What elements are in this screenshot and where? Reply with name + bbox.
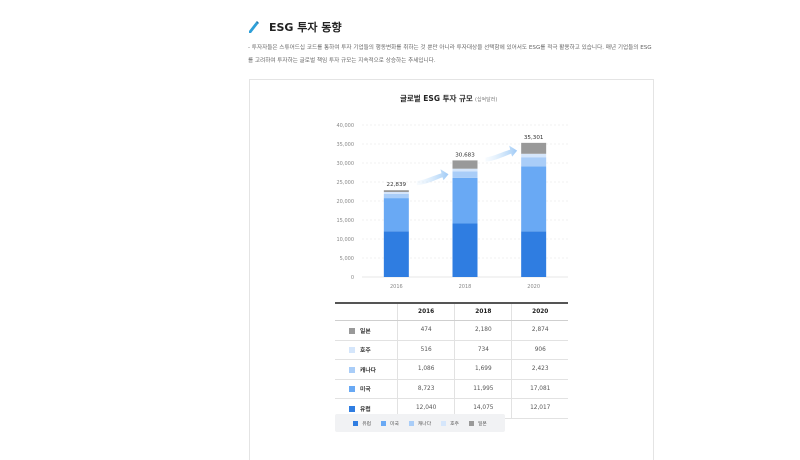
row-label: 호주: [335, 340, 398, 360]
y-tick-label: 0: [351, 275, 354, 281]
y-tick-label: 5,000: [340, 256, 354, 262]
legend-swatch: [408, 420, 414, 426]
bar-segment: [452, 171, 478, 178]
bar-segment: [521, 166, 547, 232]
y-tick-label: 20,000: [337, 199, 355, 205]
pencil-icon: [249, 21, 259, 33]
table-header-cell: 2020: [511, 302, 568, 321]
legend-swatch: [468, 420, 474, 426]
table-row: 캐나다 1,086 1,699 2,423: [335, 359, 568, 380]
legend-item: 캐나다: [408, 420, 432, 427]
legend-swatch: [349, 366, 355, 373]
chart-unit: (십억달러): [475, 96, 497, 103]
growth-arrow: [416, 169, 449, 186]
legend-item: 일본: [468, 420, 487, 427]
legend-label: 호주: [450, 421, 459, 427]
table-cell: 516: [396, 340, 455, 360]
bar-segment: [452, 160, 478, 169]
legend-swatch: [349, 347, 355, 354]
table-row: 호주 516 734 906: [335, 340, 568, 360]
bar-segment: [383, 198, 409, 232]
bar-segment: [521, 157, 547, 167]
page-description: - 투자자들은 스튜어드십 코드를 통하여 투자 기업들의 행동변화를 취하는 …: [248, 45, 652, 64]
row-label-text: 유럽: [360, 406, 371, 413]
bar-segment: [383, 192, 409, 194]
y-tick-label: 40,000: [337, 123, 355, 129]
table-cell: 8,723: [396, 379, 455, 399]
legend-item: 미국: [381, 420, 399, 427]
row-label: 일본: [335, 320, 398, 341]
legend-swatch: [349, 405, 355, 412]
total-label: 35,301: [524, 135, 544, 141]
legend-label: 유럽: [362, 421, 372, 427]
table-cell: 474: [396, 320, 455, 341]
table-cell: 1,699: [454, 359, 512, 380]
bar-segment: [383, 193, 409, 199]
y-tick-label: 30,000: [337, 161, 355, 167]
y-tick-label: 25,000: [337, 180, 355, 186]
table-cell: 17,081: [511, 379, 568, 399]
table-cell: 12,017: [511, 398, 568, 419]
y-tick-label: 35,000: [337, 142, 355, 148]
growth-arrow: [485, 145, 518, 162]
table-cell: 1,086: [396, 359, 455, 380]
stacked-bar-chart: 글로벌 ESG 투자 규모 (십억달러) 0 5,000 10,000 15,000 2…: [337, 93, 568, 290]
bar-segment: [383, 231, 409, 277]
row-label-text: 일본: [360, 328, 371, 335]
table-header-cell: 2016: [396, 302, 455, 321]
legend-item: 유럽: [353, 420, 371, 427]
y-tick-label: 10,000: [337, 237, 355, 243]
legend-label: 일본: [477, 421, 487, 427]
table-header-row: 2016 2018 2020: [335, 302, 568, 321]
bar-segment: [452, 168, 478, 172]
table-cell: 11,995: [454, 379, 512, 399]
total-label: 30,683: [455, 152, 475, 158]
bar-segment: [452, 223, 478, 277]
table-row: 미국 8,723 11,995 17,081: [335, 379, 568, 399]
row-label-text: 캐나다: [360, 367, 376, 374]
row-label-text: 미국: [360, 387, 371, 394]
bar-segment: [383, 190, 409, 193]
bar-segment: [521, 142, 547, 154]
y-tick-label: 15,000: [337, 218, 355, 224]
chart-legend: 유럽 미국 캐나다 호주 일본: [335, 414, 505, 432]
table-cell: 2,180: [454, 320, 512, 341]
bar-segment: [521, 231, 547, 277]
chart-title: 글로벌 ESG 투자 규모: [400, 93, 473, 103]
legend-item: 호주: [441, 420, 459, 427]
table-header-cell: 2018: [454, 302, 512, 321]
page-title: ESG 투자 동향: [269, 21, 342, 34]
bar-segment: [452, 177, 478, 224]
table-header-cell: [335, 302, 398, 321]
chart-card: 글로벌 ESG 투자 규모 (십억달러) 0 5,000 10,000 15,000 2…: [249, 79, 654, 460]
table-cell: 906: [511, 340, 568, 360]
section-header: ESG 투자 동향: [248, 19, 342, 35]
table-cell: 734: [454, 340, 512, 360]
data-table: 2016 2018 2020 일본 474 2,180 2,874 호주 516…: [335, 302, 568, 419]
table-cell: 2,423: [511, 359, 568, 380]
table-cell: 2,874: [511, 320, 568, 341]
legend-label: 미국: [390, 421, 399, 427]
legend-label: 캐나다: [417, 421, 432, 427]
legend-swatch: [381, 420, 387, 426]
bar-segment: [521, 153, 547, 158]
row-label: 캐나다: [335, 359, 398, 380]
row-label: 미국: [335, 379, 398, 399]
table-row: 일본 474 2,180 2,874: [335, 320, 568, 341]
x-tick-label: 2018: [459, 284, 472, 290]
x-tick-label: 2016: [390, 284, 403, 290]
legend-swatch: [353, 420, 359, 426]
x-tick-label: 2020: [527, 284, 540, 290]
total-label: 22,839: [387, 182, 407, 188]
legend-swatch: [349, 327, 355, 334]
legend-swatch: [441, 420, 447, 426]
legend-swatch: [349, 386, 355, 393]
row-label-text: 호주: [360, 348, 371, 355]
